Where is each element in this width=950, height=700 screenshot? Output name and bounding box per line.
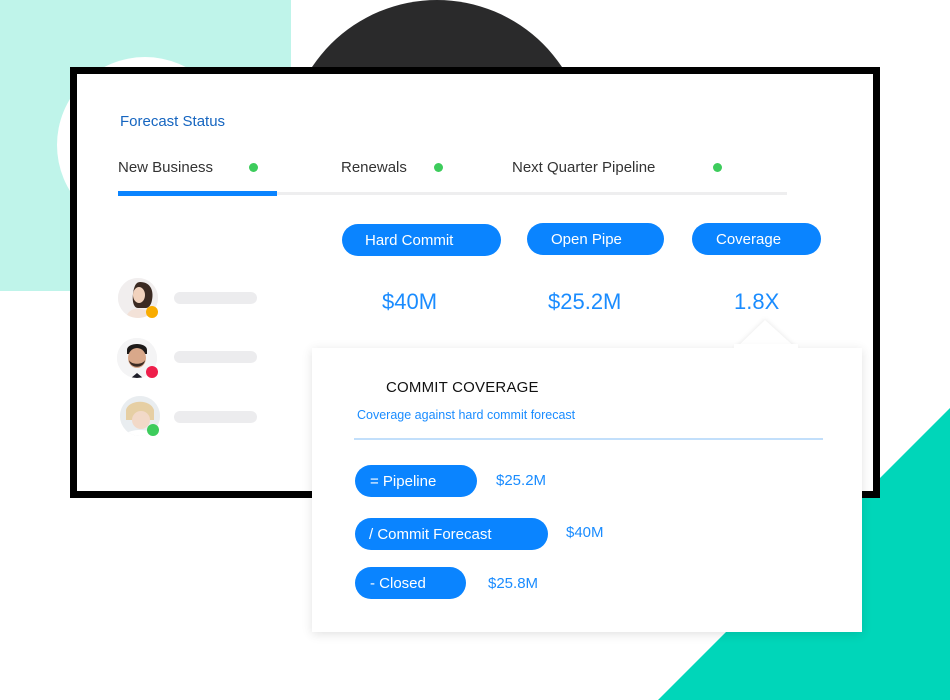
status-dot-icon [434, 163, 443, 172]
status-busy-icon [146, 366, 158, 378]
popover-title: COMMIT COVERAGE [386, 379, 539, 396]
open-pipe-label: Open Pipe [551, 230, 622, 248]
name-placeholder [174, 292, 257, 304]
coverage-button[interactable]: Coverage [692, 223, 821, 255]
status-dot-icon [713, 163, 722, 172]
coverage-value[interactable]: 1.8X [734, 289, 779, 315]
tab-new-business[interactable]: New Business [118, 159, 213, 176]
status-dot-icon [249, 163, 258, 172]
popover-divider [354, 438, 823, 440]
popover-subtitle: Coverage against hard commit forecast [357, 408, 576, 422]
page-title: Forecast Status [120, 113, 226, 130]
closed-button[interactable]: - Closed [355, 567, 466, 599]
closed-value: $25.8M [488, 575, 539, 592]
status-online-icon [147, 424, 159, 436]
hard-commit-label: Hard Commit [365, 231, 454, 249]
name-placeholder [174, 411, 257, 423]
commit-forecast-button[interactable]: / Commit Forecast [355, 518, 548, 550]
tab-renewals[interactable]: Renewals [341, 159, 407, 176]
pipeline-value: $25.2M [496, 472, 547, 489]
status-away-icon [146, 306, 158, 318]
tab-next-quarter-pipeline[interactable]: Next Quarter Pipeline [512, 159, 655, 176]
active-tab-indicator [118, 191, 277, 196]
open-pipe-button[interactable]: Open Pipe [527, 223, 664, 255]
open-pipe-value: $25.2M [548, 289, 622, 314]
pipeline-button[interactable]: = Pipeline [355, 465, 477, 497]
hard-commit-button[interactable]: Hard Commit [342, 224, 501, 256]
name-placeholder [174, 351, 257, 363]
popover-arrow-join [734, 344, 798, 352]
commit-forecast-label: / Commit Forecast [369, 525, 492, 543]
closed-label: - Closed [370, 574, 426, 592]
coverage-label: Coverage [716, 230, 782, 248]
pipeline-label: = Pipeline [370, 472, 437, 490]
commit-forecast-value: $40M [566, 524, 604, 541]
hard-commit-value: $40M [382, 289, 438, 314]
